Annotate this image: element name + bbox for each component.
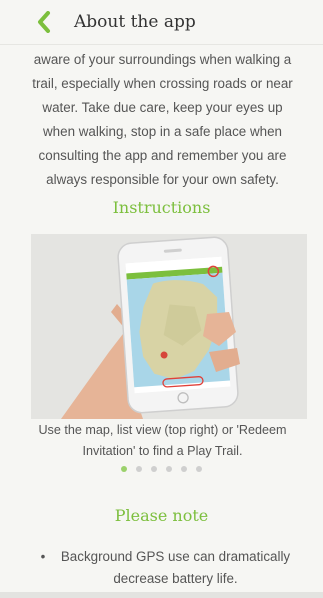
carousel-dot[interactable] [121, 466, 127, 472]
caption-line: Use the map, list view (top right) or 'R… [38, 423, 287, 437]
top-bar: About the app [0, 0, 323, 45]
intro-line: consulting the app and remember you are [38, 148, 287, 163]
safety-paragraph: aware of your surroundings when walking … [14, 48, 311, 192]
hand-holding-phone-icon [31, 234, 307, 419]
bullet-glyph: • [40, 549, 46, 564]
caption-line: Invitation' to find a Play Trail. [82, 444, 243, 458]
carousel-dot[interactable] [151, 466, 157, 472]
intro-line: always responsible for your own safety. [46, 172, 279, 187]
carousel-pagination [0, 466, 323, 472]
instructions-caption: Use the map, list view (top right) or 'R… [14, 420, 311, 462]
carousel-dot[interactable] [196, 466, 202, 472]
instructions-heading: Instructions [112, 198, 211, 217]
carousel-dot[interactable] [136, 466, 142, 472]
carousel-dot[interactable] [181, 466, 187, 472]
intro-line: water. Take due care, keep your eyes up [42, 100, 283, 115]
note-text: Background GPS use can dramatically decr… [60, 549, 291, 586]
intro-line: when walking, stop in a safe place when [43, 124, 282, 139]
page-title: About the app [74, 12, 196, 32]
list-item: • Background GPS use can dramatically de… [30, 546, 295, 590]
intro-line: aware of your surroundings when walking … [33, 52, 292, 67]
chevron-left-icon [38, 11, 50, 33]
carousel-dot[interactable] [166, 466, 172, 472]
instructions-illustration[interactable] [31, 234, 307, 419]
bottom-edge [0, 592, 323, 598]
back-button[interactable] [24, 0, 64, 44]
please-note-heading: Please note [114, 506, 209, 525]
intro-line: trail, especially when crossing roads or… [32, 76, 293, 91]
about-app-screen: About the app aware of your surroundings… [0, 0, 323, 598]
